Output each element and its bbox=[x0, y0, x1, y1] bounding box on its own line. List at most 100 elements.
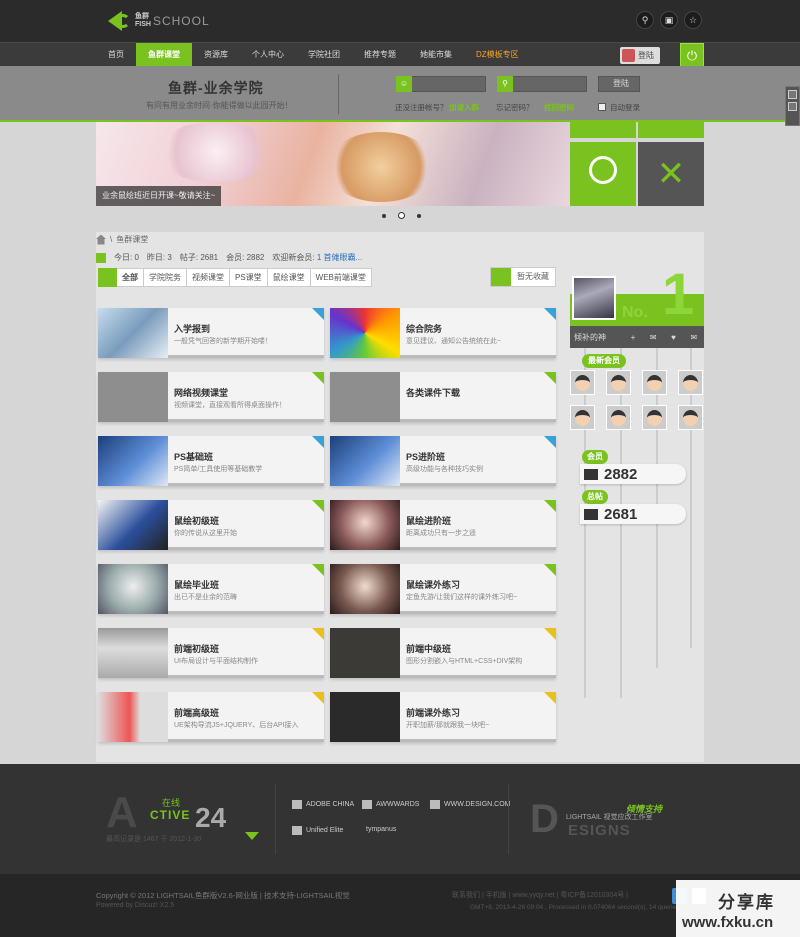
forum-card[interactable]: 鼠绘进阶班距离成功只有一步之遥 bbox=[330, 500, 556, 550]
nav-profile[interactable]: 个人中心 bbox=[240, 43, 296, 67]
new-member-link[interactable]: 1 首傩眼霸... bbox=[317, 253, 362, 262]
tab-web[interactable]: WEB前端课堂 bbox=[310, 268, 372, 287]
tile[interactable] bbox=[638, 122, 704, 138]
search-icon[interactable]: ⚲ bbox=[636, 11, 654, 29]
tab-all[interactable]: 全部 bbox=[117, 268, 144, 287]
tab-icon[interactable] bbox=[98, 268, 117, 287]
forum-desc: 视频课堂，直接观看所得桌面操作！ bbox=[174, 402, 286, 409]
top-member-name[interactable]: 倾补的神 bbox=[570, 332, 623, 343]
partner-design[interactable]: WWW.DESIGN.COM bbox=[430, 800, 511, 809]
banner-slideshow[interactable]: 业余鼠绘班近日开课~敬请关注~ bbox=[96, 122, 570, 206]
avatar[interactable] bbox=[642, 370, 667, 395]
slider-dot[interactable] bbox=[382, 214, 386, 218]
tile[interactable] bbox=[570, 122, 636, 138]
nav-resources[interactable]: 资源库 bbox=[192, 43, 240, 67]
forum-name[interactable]: PS进阶班 bbox=[406, 450, 445, 463]
powered-by[interactable]: Powered by Discuz! X2.5 bbox=[96, 902, 174, 909]
slider-dot-active[interactable] bbox=[398, 212, 405, 219]
partner-united-elite[interactable]: Unified Elite bbox=[292, 826, 343, 835]
forum-name[interactable]: 各类课件下载 bbox=[406, 386, 460, 399]
nav-classroom[interactable]: 鱼群课堂 bbox=[136, 43, 192, 67]
side-toolbar[interactable] bbox=[785, 86, 800, 126]
tab-ps[interactable]: PS课堂 bbox=[230, 268, 268, 287]
nav-topics[interactable]: 推荐专题 bbox=[352, 43, 408, 67]
forum-card[interactable]: 各类课件下载 bbox=[330, 372, 556, 422]
forum-card[interactable]: 鼠绘课外练习 定鱼先游/让我们这样的课外练习吧~ bbox=[330, 564, 556, 614]
forum-desc: 距离成功只有一步之遥 bbox=[406, 530, 476, 537]
heart-icon[interactable]: ♥ bbox=[663, 333, 683, 342]
forum-name[interactable]: 前端初级班 bbox=[174, 642, 219, 655]
forum-name[interactable]: 前端中级班 bbox=[406, 642, 451, 655]
avatar[interactable] bbox=[606, 405, 631, 430]
mail-icon[interactable]: ✉ bbox=[684, 333, 704, 342]
partner-adobe[interactable]: ADOBE CHINA bbox=[292, 800, 354, 809]
forum-card[interactable]: PS基础班 PS简单/工具使用等基础教学 bbox=[98, 436, 324, 486]
monitor-icon[interactable]: ▣ bbox=[660, 11, 678, 29]
forum-name[interactable]: 鼠绘进阶班 bbox=[406, 514, 451, 527]
avatar[interactable] bbox=[606, 370, 631, 395]
avatar[interactable] bbox=[570, 370, 595, 395]
header-login-button[interactable]: 登陆 bbox=[598, 76, 640, 92]
remember-checkbox[interactable] bbox=[598, 103, 606, 111]
breadcrumb-current[interactable]: 鱼群课堂 bbox=[116, 234, 148, 245]
forum-card[interactable]: 前端中级班 图形分割嵌入与HTML+CSS+DIV架构 bbox=[330, 628, 556, 678]
tab-drawing[interactable]: 鼠绘课堂 bbox=[267, 268, 311, 287]
total-members-box: 2882 bbox=[580, 464, 686, 484]
forum-name[interactable]: PS基础班 bbox=[174, 450, 213, 463]
forum-name[interactable]: 鼠绘初级班 bbox=[174, 514, 219, 527]
tab-video[interactable]: 视频课堂 bbox=[187, 268, 230, 287]
forgot-password-link[interactable]: 找回密码 bbox=[544, 102, 574, 113]
footer-links[interactable]: 联系我们 | 手机版 | www.yyqy.net | 粤ICP备1201030… bbox=[452, 890, 628, 900]
register-link[interactable]: 加请入群 bbox=[449, 102, 479, 113]
site-logo[interactable]: 鱼群 FISH SCHOOL bbox=[106, 6, 216, 36]
username-field[interactable]: ☺ bbox=[396, 76, 486, 92]
tab-affairs[interactable]: 学院院务 bbox=[144, 268, 187, 287]
add-friend-icon[interactable]: + bbox=[623, 333, 643, 342]
lock-icon: ⚲ bbox=[497, 76, 513, 92]
favorites-button[interactable]: 暂无收藏 bbox=[490, 267, 556, 287]
forum-card[interactable]: 前端课外练习 开职加薪/那就跟我一块吧~ bbox=[330, 692, 556, 742]
forum-card[interactable]: 鼠绘毕业班 出已不是业余的范畴 bbox=[98, 564, 324, 614]
forum-name[interactable]: 综合院务 bbox=[406, 322, 442, 335]
forum-corner bbox=[312, 308, 324, 320]
rank-prefix: No. bbox=[622, 304, 648, 321]
chat-icon[interactable]: ✉ bbox=[643, 333, 663, 342]
avatar[interactable] bbox=[678, 405, 703, 430]
partner-tympanus[interactable]: tympanus bbox=[366, 826, 396, 833]
forum-desc: 意见建议、通知公告统统在此~ bbox=[406, 338, 502, 345]
avatar[interactable] bbox=[678, 370, 703, 395]
nav-dz-templates[interactable]: DZ模板专区 bbox=[464, 43, 531, 67]
active-letter: A bbox=[106, 788, 138, 837]
forum-name[interactable]: 前端高级班 bbox=[174, 706, 219, 719]
forum-card[interactable]: 前端高级班 UE架构导流JS+JQUERY、后台API接入 bbox=[98, 692, 324, 742]
forum-card[interactable]: 入学报到 一般凭气回答的新学期开始喽！ bbox=[98, 308, 324, 358]
star-icon[interactable]: ☆ bbox=[684, 11, 702, 29]
forum-name[interactable]: 网络视频课堂 bbox=[174, 386, 228, 399]
forum-card[interactable]: 网络视频课堂视频课堂，直接观看所得桌面操作！ bbox=[98, 372, 324, 422]
password-field[interactable]: ⚲ bbox=[497, 76, 587, 92]
forum-name[interactable]: 前端课外练习 bbox=[406, 706, 460, 719]
avatar[interactable] bbox=[642, 405, 667, 430]
forum-name[interactable]: 鼠绘毕业班 bbox=[174, 578, 219, 591]
top-bar: 鱼群 FISH SCHOOL ⚲ ▣ ☆ bbox=[0, 0, 800, 42]
avatar[interactable] bbox=[570, 405, 595, 430]
nav-clubs[interactable]: 学院社团 bbox=[296, 43, 352, 67]
forum-card[interactable]: 综合院务意见建议、通知公告统统在此~ bbox=[330, 308, 556, 358]
top-member-avatar[interactable] bbox=[572, 276, 616, 320]
slider-dot[interactable] bbox=[417, 214, 421, 218]
nav-market[interactable]: 她能市集 bbox=[408, 43, 464, 67]
close-icon[interactable]: ✕ bbox=[638, 142, 704, 206]
nav-home[interactable]: 首页 bbox=[96, 43, 136, 67]
home-icon[interactable] bbox=[96, 234, 106, 245]
forum-card[interactable]: 前端初级班 UI布局设计与平面结构制作 bbox=[98, 628, 324, 678]
forum-card[interactable]: 鼠绘初级班 你的传说从这里开始 bbox=[98, 500, 324, 550]
partner-awwwards[interactable]: AWWWARDS bbox=[362, 800, 419, 809]
forum-name[interactable]: 入学报到 bbox=[174, 322, 210, 335]
lightbulb-tile[interactable] bbox=[570, 142, 636, 206]
nav-login-label: 登陆 bbox=[638, 51, 654, 60]
nav-login-button[interactable]: 登陆 bbox=[620, 47, 660, 64]
power-icon[interactable]: ⏻ bbox=[680, 43, 704, 67]
expand-arrow-icon[interactable] bbox=[245, 832, 259, 840]
forum-name[interactable]: 鼠绘课外练习 bbox=[406, 578, 460, 591]
forum-card[interactable]: PS进阶班 高级功能与各种技巧实例 bbox=[330, 436, 556, 486]
